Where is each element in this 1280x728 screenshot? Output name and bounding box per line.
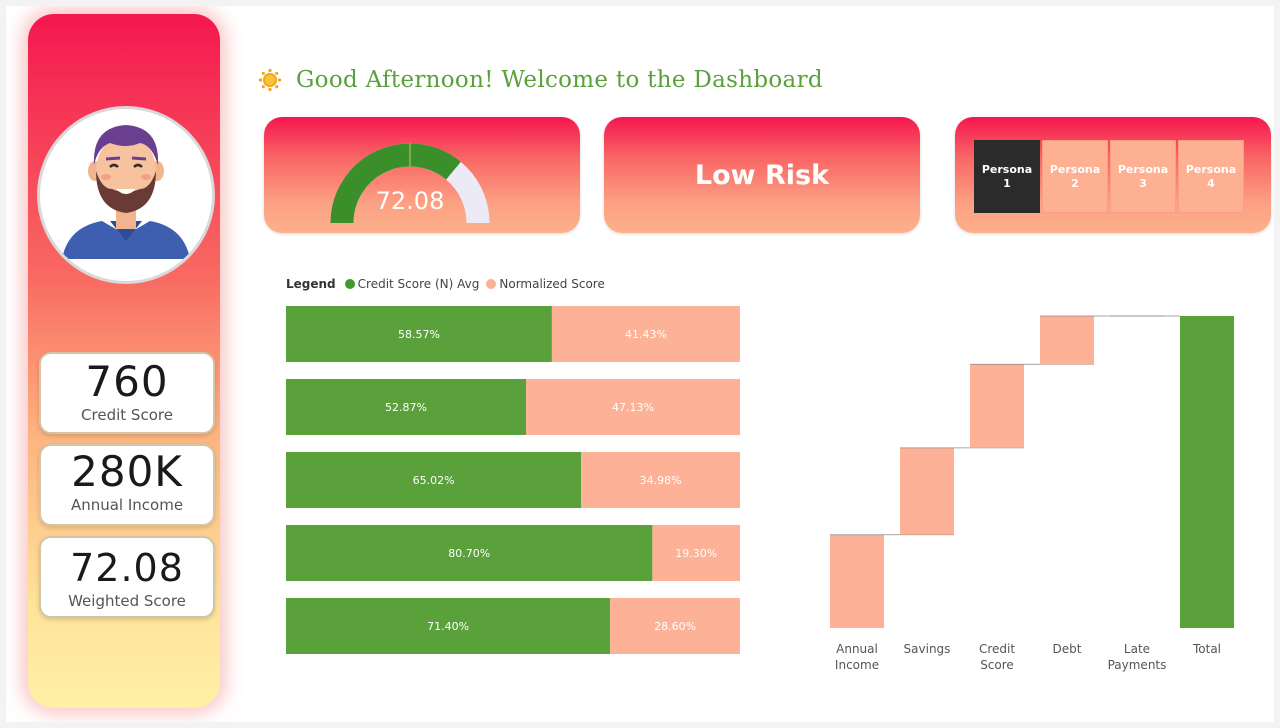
persona-1-button[interactable]: Persona 1 <box>974 140 1040 213</box>
legend-dot-green <box>344 279 355 289</box>
bar-label-credit-score-4: 80.70% <box>448 547 490 560</box>
weighted-score-label: Weighted Score <box>68 592 186 610</box>
persona-4-number: 4 <box>1207 176 1215 190</box>
persona-1-number: 1 <box>1003 176 1011 190</box>
persona-2-button[interactable]: Persona 2 <box>1042 140 1108 213</box>
legend-title: Legend <box>286 277 336 291</box>
weighted-score-card: 72.08 Weighted Score <box>39 536 215 618</box>
credit-score-card: 760 Credit Score <box>39 352 215 434</box>
waterfall-bar-annual-income[interactable] <box>830 534 884 628</box>
risk-label: Low Risk <box>694 159 830 191</box>
persona-card: Persona 1 Persona 2 Persona 3 Persona 4 <box>955 117 1271 233</box>
waterfall-axis-label-6-1: Total <box>1192 642 1221 656</box>
waterfall-bar-debt[interactable] <box>1040 316 1094 365</box>
page-title: Good Afternoon! Welcome to the Dashboard <box>296 67 823 93</box>
credit-score-value: 760 <box>85 357 169 406</box>
dashboard-page: 760 Credit Score 280K Annual Income 72.0… <box>6 6 1274 722</box>
waterfall-axis-label-3-2: Score <box>980 658 1014 672</box>
bar-label-normalized-score-1: 41.43% <box>625 328 667 341</box>
sun-icon <box>258 68 282 92</box>
persona-3-label: Persona <box>1117 162 1169 176</box>
persona-selector: Persona 1 Persona 2 Persona 3 Persona 4 <box>974 140 1244 213</box>
gauge-card: 72.08 <box>264 117 580 233</box>
waterfall-axis-label-5-1: Late <box>1124 642 1150 656</box>
header: Good Afternoon! Welcome to the Dashboard <box>258 62 823 98</box>
waterfall-axis-label-3-1: Credit <box>979 642 1015 656</box>
legend-item-normalized-score: Normalized Score <box>486 277 605 291</box>
persona-4-button[interactable]: Persona 4 <box>1178 140 1244 213</box>
waterfall-bar-savings[interactable] <box>900 447 954 535</box>
bar-label-normalized-score-3: 34.98% <box>640 474 682 487</box>
chart-legend: Legend Credit Score (N) Avg Normalized S… <box>286 277 612 291</box>
persona-2-label: Persona <box>1049 162 1101 176</box>
bar-label-normalized-score-2: 47.13% <box>612 401 654 414</box>
waterfall-axis-label-1-1: Annual <box>836 642 878 656</box>
annual-income-label: Annual Income <box>70 496 184 514</box>
score-gauge: 72.08 <box>330 143 490 224</box>
waterfall-chart: Annual Income Savings Credit Score Debt Late Pa… <box>830 315 1234 672</box>
persona-3-number: 3 <box>1139 176 1147 190</box>
bar-label-credit-score-3: 65.02% <box>413 474 455 487</box>
risk-card: Low Risk <box>604 117 920 233</box>
legend-dot-salmon <box>486 279 497 289</box>
user-avatar-icon <box>62 125 190 259</box>
bar-label-normalized-score-5: 28.60% <box>654 620 696 633</box>
waterfall-bar-credit-score[interactable] <box>970 364 1024 448</box>
waterfall-axis-label-5-2: Payments <box>1108 658 1167 672</box>
persona-3-button[interactable]: Persona 3 <box>1110 140 1176 213</box>
legend-item-credit-score: Credit Score (N) Avg <box>344 277 480 291</box>
profile-sidebar: 760 Credit Score 280K Annual Income 72.0… <box>28 14 220 708</box>
legend-label-normalized-score: Normalized Score <box>499 277 605 291</box>
stacked-bar-chart: 58.57% 41.43% 52.87% 47.13% 65.02% 34.98% 80.7… <box>286 306 740 654</box>
waterfall-axis-label-1-2: Income <box>835 658 879 672</box>
persona-1-label: Persona <box>981 162 1033 176</box>
waterfall-axis-label-4-1: Debt <box>1053 642 1082 656</box>
bar-label-credit-score-2: 52.87% <box>385 401 427 414</box>
annual-income-card: 280K Annual Income <box>39 444 215 526</box>
gauge-value: 72.08 <box>376 187 445 215</box>
avatar <box>37 106 215 284</box>
weighted-score-value: 72.08 <box>70 546 184 590</box>
persona-2-number: 2 <box>1071 176 1079 190</box>
waterfall-axis-label-2-1: Savings <box>904 642 951 656</box>
annual-income-value: 280K <box>71 447 183 496</box>
credit-score-label: Credit Score <box>81 406 173 424</box>
bar-label-credit-score-5: 71.40% <box>427 620 469 633</box>
legend-label-credit-score: Credit Score (N) Avg <box>357 277 480 291</box>
persona-4-label: Persona <box>1185 162 1237 176</box>
bar-label-normalized-score-4: 19.30% <box>675 547 717 560</box>
bar-label-credit-score-1: 58.57% <box>398 328 440 341</box>
waterfall-bar-total[interactable] <box>1180 316 1234 628</box>
